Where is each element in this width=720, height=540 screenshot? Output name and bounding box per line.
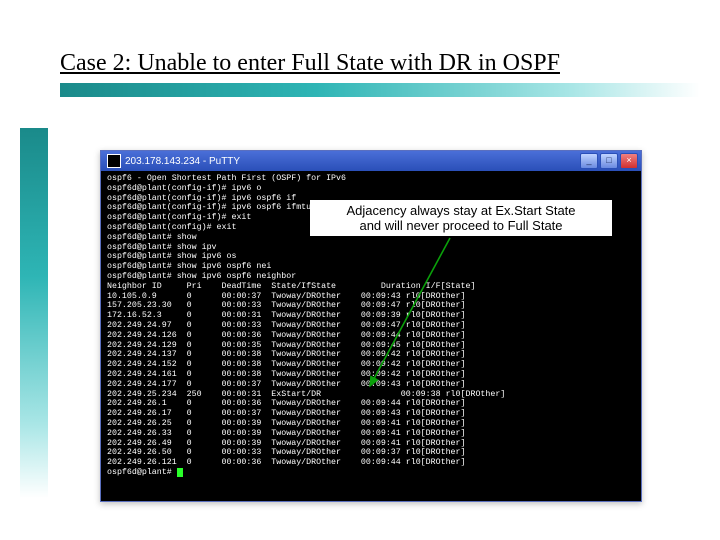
putty-icon (107, 154, 121, 168)
side-accent-bar (20, 128, 48, 498)
window-title-text: 203.178.143.234 - PuTTY (125, 156, 240, 167)
minimize-button[interactable]: _ (580, 153, 598, 169)
close-button[interactable]: × (620, 153, 638, 169)
callout-line1: Adjacency always stay at Ex.Start State (316, 203, 606, 218)
slide-title: Case 2: Unable to enter Full State with … (60, 50, 700, 77)
title-block: Case 2: Unable to enter Full State with … (60, 50, 700, 97)
window-buttons: _ □ × (580, 153, 638, 169)
terminal-cursor (177, 468, 183, 477)
maximize-button[interactable]: □ (600, 153, 618, 169)
title-accent-bar (60, 83, 700, 97)
annotation-callout: Adjacency always stay at Ex.Start State … (310, 200, 612, 236)
window-titlebar: 203.178.143.234 - PuTTY _ □ × (101, 151, 641, 171)
callout-line2: and will never proceed to Full State (316, 218, 606, 233)
